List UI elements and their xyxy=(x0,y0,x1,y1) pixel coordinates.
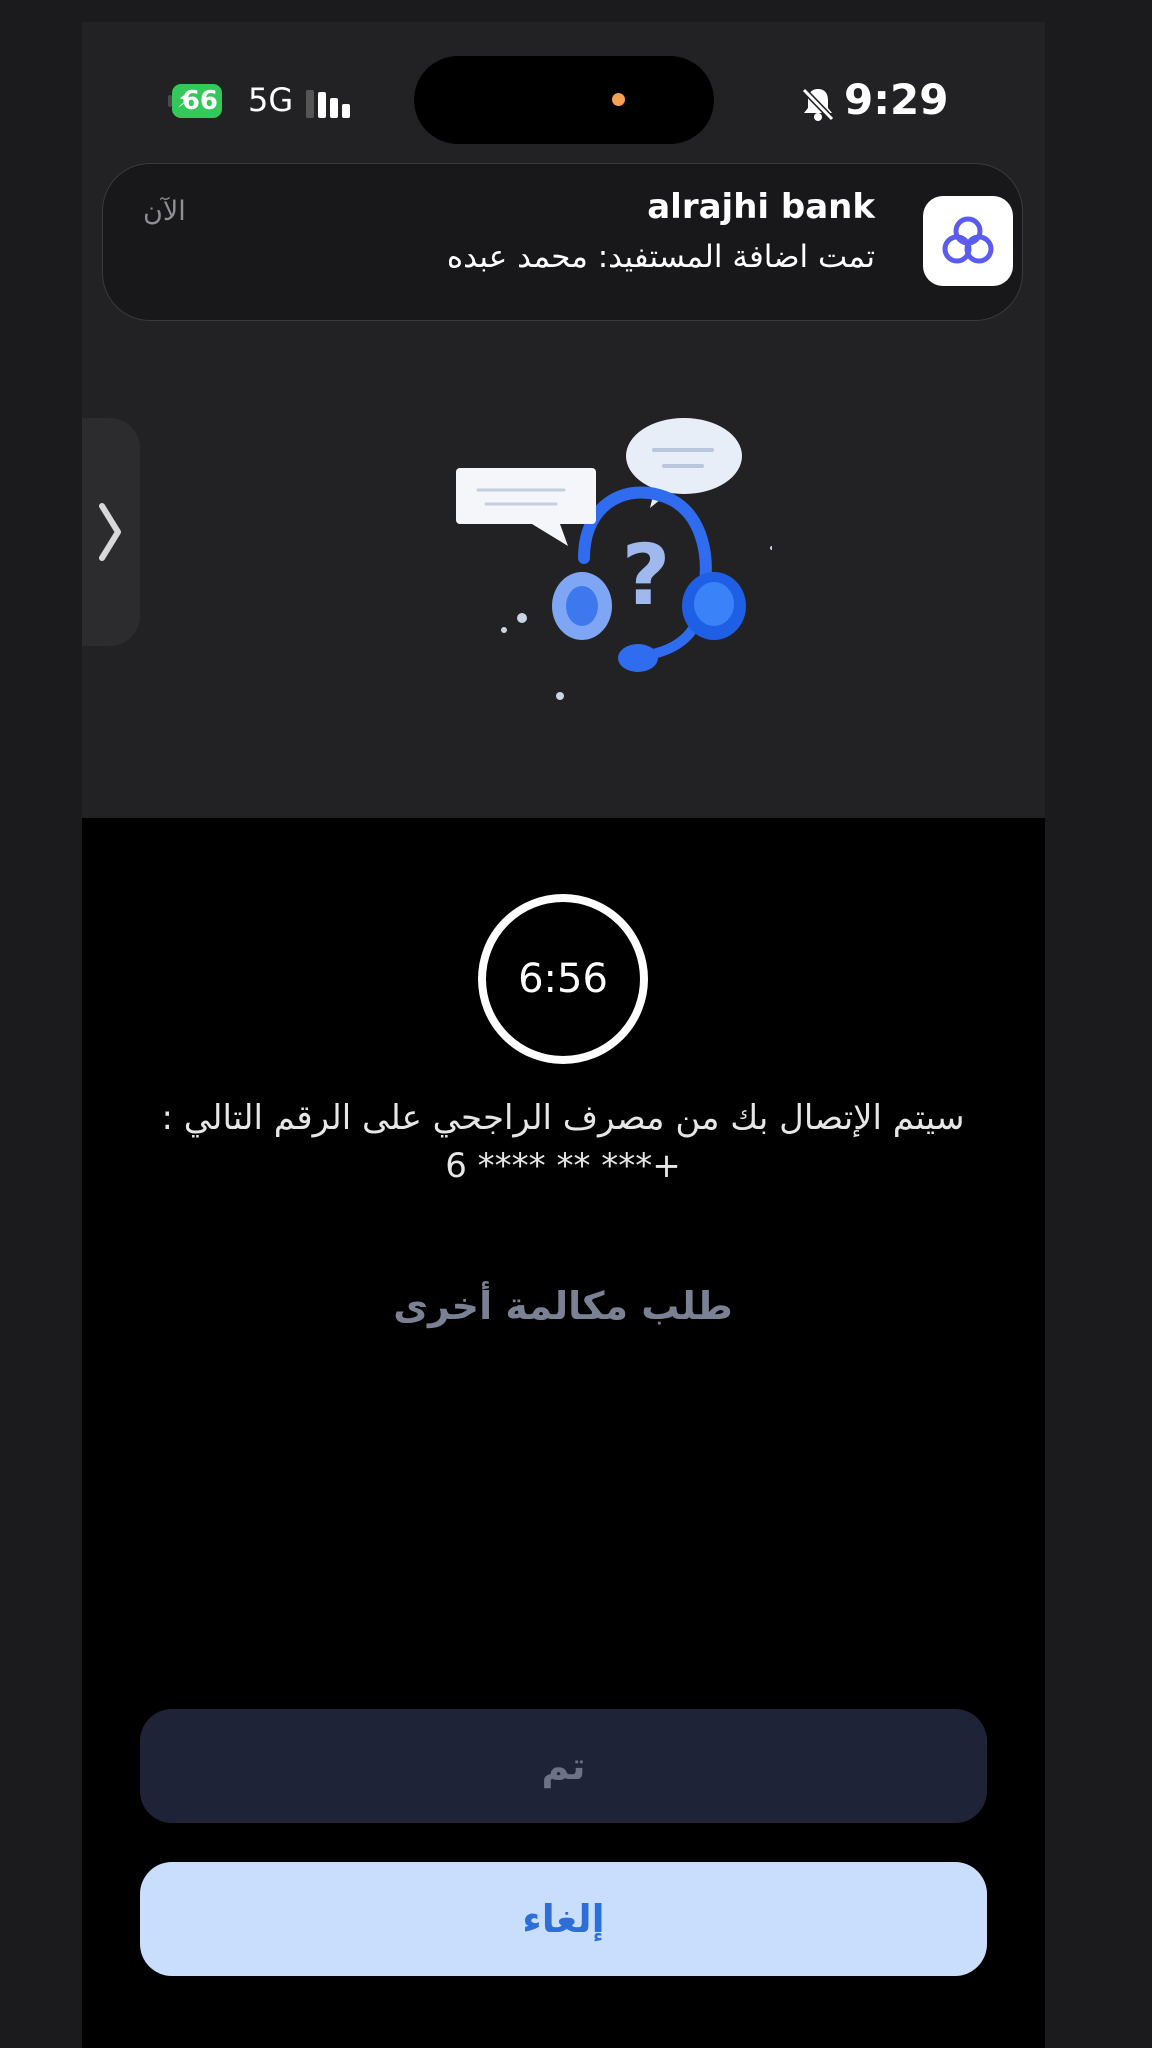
header-area: ⚡ 66 5G 9:29 alrajhi bank تمت اضافة المس… xyxy=(82,22,1045,818)
chevron-right-icon xyxy=(99,503,121,561)
done-button[interactable]: تم xyxy=(140,1709,987,1823)
alrajhi-logo-icon xyxy=(923,196,1013,286)
cancel-button[interactable]: إلغاء xyxy=(140,1862,987,1976)
notification-title: alrajhi bank xyxy=(647,187,875,227)
network-type: 5G xyxy=(248,81,294,119)
dynamic-island xyxy=(414,56,714,144)
countdown-timer: 6:56 xyxy=(478,894,648,1064)
countdown-time: 6:56 xyxy=(518,956,608,1002)
notification-banner[interactable]: alrajhi bank تمت اضافة المستفيد: محمد عب… xyxy=(102,163,1023,321)
notification-message: تمت اضافة المستفيد: محمد عبده xyxy=(446,239,875,275)
status-time: 9:29 xyxy=(844,75,949,124)
notification-time: الآن xyxy=(143,196,186,227)
charging-bolt-icon: ⚡ xyxy=(177,88,193,113)
silent-bell-icon xyxy=(801,87,835,122)
phone-screen: ⚡ 66 5G 9:29 alrajhi bank تمت اضافة المس… xyxy=(82,22,1045,2048)
call-info-message: سيتم الإتصال بك من مصرف الراجحي على الرق… xyxy=(161,1098,965,1182)
battery-tip xyxy=(168,95,172,107)
svg-text:?: ? xyxy=(622,526,671,624)
signal-icon xyxy=(306,86,356,118)
support-headset-illustration: ? xyxy=(456,418,772,700)
side-panel-handle[interactable] xyxy=(82,418,140,646)
privacy-indicator-dot xyxy=(612,93,625,106)
request-another-call-link[interactable]: طلب مكالمة أخرى xyxy=(313,1278,813,1334)
battery-indicator: ⚡ 66 xyxy=(172,84,222,118)
